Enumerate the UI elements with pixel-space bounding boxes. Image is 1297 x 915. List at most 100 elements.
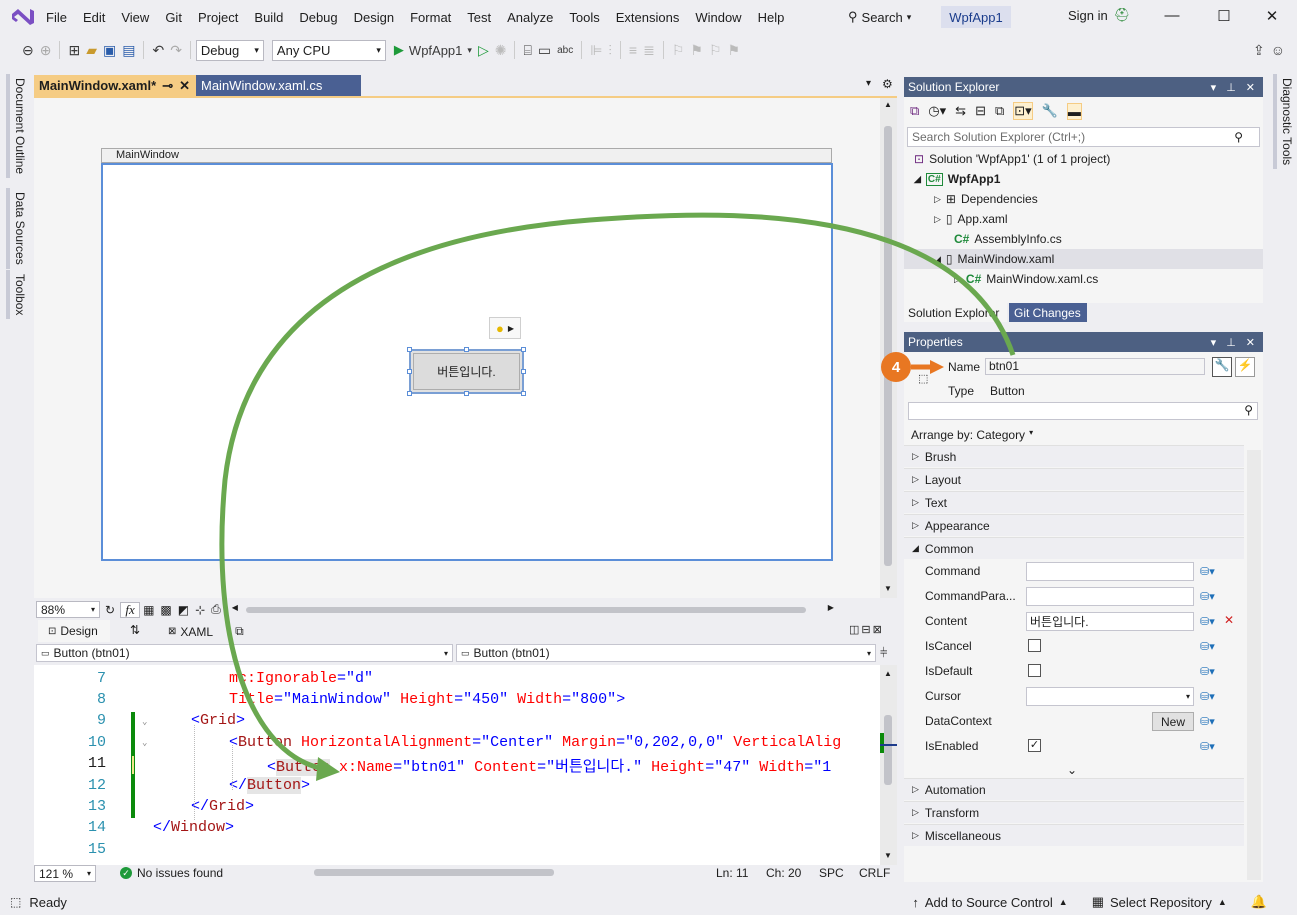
configuration-select[interactable]: Debug ▾ xyxy=(195,39,264,61)
menu-window[interactable]: Window xyxy=(687,10,749,25)
tree-item-solution[interactable]: ⊡ Solution 'WpfApp1' (1 of 1 project) xyxy=(914,152,1110,166)
tab-overflow-icon[interactable]: ▾ xyxy=(866,78,871,89)
category-text[interactable]: ▷ Text xyxy=(904,491,1244,513)
vertical-split-icon[interactable]: ◫ xyxy=(849,623,859,636)
preview-icon[interactable]: ▬ xyxy=(1066,102,1082,120)
properties-search-input[interactable]: ⚲ xyxy=(908,402,1258,420)
collapse-pane-icon[interactable]: ⊠ xyxy=(873,623,882,636)
align-center-icon[interactable]: ⫶ xyxy=(608,39,612,61)
snap-grid-icon[interactable]: ▩ xyxy=(160,603,171,617)
pin-icon[interactable]: ⊸ xyxy=(162,78,173,94)
expand-more-icon[interactable]: ⌄ xyxy=(1067,763,1077,777)
scroll-thumb[interactable] xyxy=(245,606,806,613)
menu-analyze[interactable]: Analyze xyxy=(499,10,561,25)
search-box[interactable]: ⚲ Search ▾ xyxy=(844,7,926,27)
rail-tab-data-sources[interactable]: Data Sources xyxy=(6,188,27,269)
snap-lines-icon[interactable]: ⊹ xyxy=(195,603,205,617)
collapsed-arrow-icon[interactable]: ▷ xyxy=(954,274,961,285)
tree-item-mainwindow-xaml[interactable]: ◢ ▯ MainWindow.xaml xyxy=(904,249,1263,269)
property-marker-icon[interactable]: ⛁▾ xyxy=(1200,640,1215,653)
element-name-input[interactable]: btn01 xyxy=(985,358,1205,375)
bookmark-prev-icon[interactable]: ⚑ xyxy=(690,39,703,61)
rail-tab-toolbox[interactable]: Toolbox xyxy=(6,270,27,320)
artboard-background-icon[interactable]: ◩ xyxy=(178,603,189,617)
category-brush[interactable]: ▷ Brush xyxy=(904,445,1244,467)
element-scope-select[interactable]: ▭ Button (btn01) ▾ xyxy=(36,644,453,662)
events-lightning-icon[interactable]: ⚡ xyxy=(1235,357,1255,377)
close-button[interactable]: ✕ xyxy=(1259,7,1285,25)
category-common[interactable]: ◢ Common xyxy=(904,537,1244,559)
forward-icon[interactable]: ⊕ xyxy=(40,39,52,61)
collapse-icon[interactable]: ⌄ xyxy=(142,717,147,727)
solution-explorer-search[interactable]: Search Solution Explorer (Ctrl+;) ⚲ xyxy=(907,127,1260,147)
uncomment-icon[interactable]: ≣ xyxy=(643,39,655,61)
undo-icon[interactable]: ↶ xyxy=(152,39,164,61)
settings-gear-icon[interactable]: ⚙ xyxy=(882,77,893,91)
property-marker-icon[interactable]: ⛁▾ xyxy=(1200,665,1215,678)
resize-handle[interactable] xyxy=(521,391,526,396)
collapsed-arrow-icon[interactable]: ▷ xyxy=(934,214,941,225)
element-member-select[interactable]: ▭ Button (btn01) ▾ xyxy=(456,644,876,662)
property-checkbox[interactable]: ✓ xyxy=(1028,739,1041,752)
category-layout[interactable]: ▷ Layout xyxy=(904,468,1244,490)
rail-tab-diagnostic-tools[interactable]: Diagnostic Tools xyxy=(1273,74,1294,170)
property-input[interactable] xyxy=(1026,587,1194,606)
editor-zoom-select[interactable]: 121 % ▾ xyxy=(34,865,96,882)
line-ending-indicator[interactable]: CRLF xyxy=(859,866,890,880)
select-repository-button[interactable]: ▦ Select Repository ▲ xyxy=(1092,894,1227,910)
close-icon[interactable]: ✕ xyxy=(1246,81,1255,94)
designer-zoom-select[interactable]: 88% ▾ xyxy=(36,601,100,618)
resize-handle[interactable] xyxy=(407,391,412,396)
menu-git[interactable]: Git xyxy=(157,10,190,25)
grid-icon[interactable]: ▦ xyxy=(143,603,154,617)
scroll-down-icon[interactable]: ▼ xyxy=(884,584,892,593)
property-marker-icon[interactable]: ⛁▾ xyxy=(1200,715,1215,728)
resize-handle[interactable] xyxy=(521,369,526,374)
menu-debug[interactable]: Debug xyxy=(291,10,345,25)
swap-panes-button[interactable]: ⇅ xyxy=(130,623,140,637)
properties-wrench-icon[interactable]: 🔧 xyxy=(1042,103,1058,119)
save-all-icon[interactable]: ▤ xyxy=(122,39,135,61)
menu-build[interactable]: Build xyxy=(246,10,291,25)
scroll-thumb[interactable] xyxy=(884,126,892,566)
editor-horizontal-scrollbar[interactable] xyxy=(314,869,554,876)
dropdown-icon[interactable]: ▾ xyxy=(1211,336,1217,349)
tab-git-changes[interactable]: Git Changes xyxy=(1009,303,1087,322)
collapse-all-icon[interactable]: ⊟ xyxy=(975,103,986,119)
menu-design[interactable]: Design xyxy=(346,10,402,25)
layout-icon[interactable]: ▭ xyxy=(538,39,551,61)
whitespace-indicator[interactable]: SPC xyxy=(819,866,844,880)
property-marker-icon[interactable]: ⛁▾ xyxy=(1200,565,1215,578)
maximize-button[interactable]: ☐ xyxy=(1211,7,1237,25)
category-transform[interactable]: ▷ Transform xyxy=(904,801,1244,823)
category-automation[interactable]: ▷ Automation xyxy=(904,778,1244,800)
notifications-bell-icon[interactable]: 🔔 xyxy=(1251,894,1267,910)
property-marker-icon[interactable]: ⛁▾ xyxy=(1200,615,1215,628)
menu-file[interactable]: File xyxy=(38,10,75,25)
properties-scrollbar[interactable] xyxy=(1247,450,1261,880)
category-appearance[interactable]: ▷ Appearance xyxy=(904,514,1244,536)
designer-horizontal-scrollbar[interactable]: ◀ ▶ xyxy=(232,603,834,615)
bookmark-next-icon[interactable]: ⚐ xyxy=(709,39,722,61)
resize-handle[interactable] xyxy=(407,369,412,374)
issues-indicator[interactable]: ✓ No issues found xyxy=(120,866,223,880)
back-icon[interactable]: ⊖ xyxy=(22,39,34,61)
open-folder-icon[interactable]: ▰ xyxy=(86,39,97,61)
spell-check-icon[interactable]: abc xyxy=(557,39,573,61)
minimize-button[interactable]: — xyxy=(1159,7,1185,24)
split-editor-icon[interactable]: ⫩ xyxy=(880,645,887,661)
refresh-icon[interactable]: ↻ xyxy=(105,603,115,617)
share-icon[interactable]: ⇪ xyxy=(1253,39,1265,61)
sync-icon[interactable]: ⇆ xyxy=(955,103,966,119)
hot-reload-icon[interactable]: ✺ xyxy=(495,39,507,61)
collapse-icon[interactable]: ⌄ xyxy=(142,738,147,748)
property-marker-icon[interactable]: ⛁▾ xyxy=(1200,590,1215,603)
resize-handle[interactable] xyxy=(521,347,526,352)
sign-in-button[interactable]: Sign in ⛑ xyxy=(1068,7,1130,23)
scroll-thumb[interactable] xyxy=(884,715,892,785)
show-all-files-icon[interactable]: ⊡▾ xyxy=(1013,102,1033,120)
collapsed-arrow-icon[interactable]: ▷ xyxy=(934,194,941,205)
rail-tab-document-outline[interactable]: Document Outline xyxy=(6,74,27,179)
scroll-up-icon[interactable]: ▲ xyxy=(884,100,892,109)
property-marker-icon[interactable]: ⛁▾ xyxy=(1200,740,1215,753)
